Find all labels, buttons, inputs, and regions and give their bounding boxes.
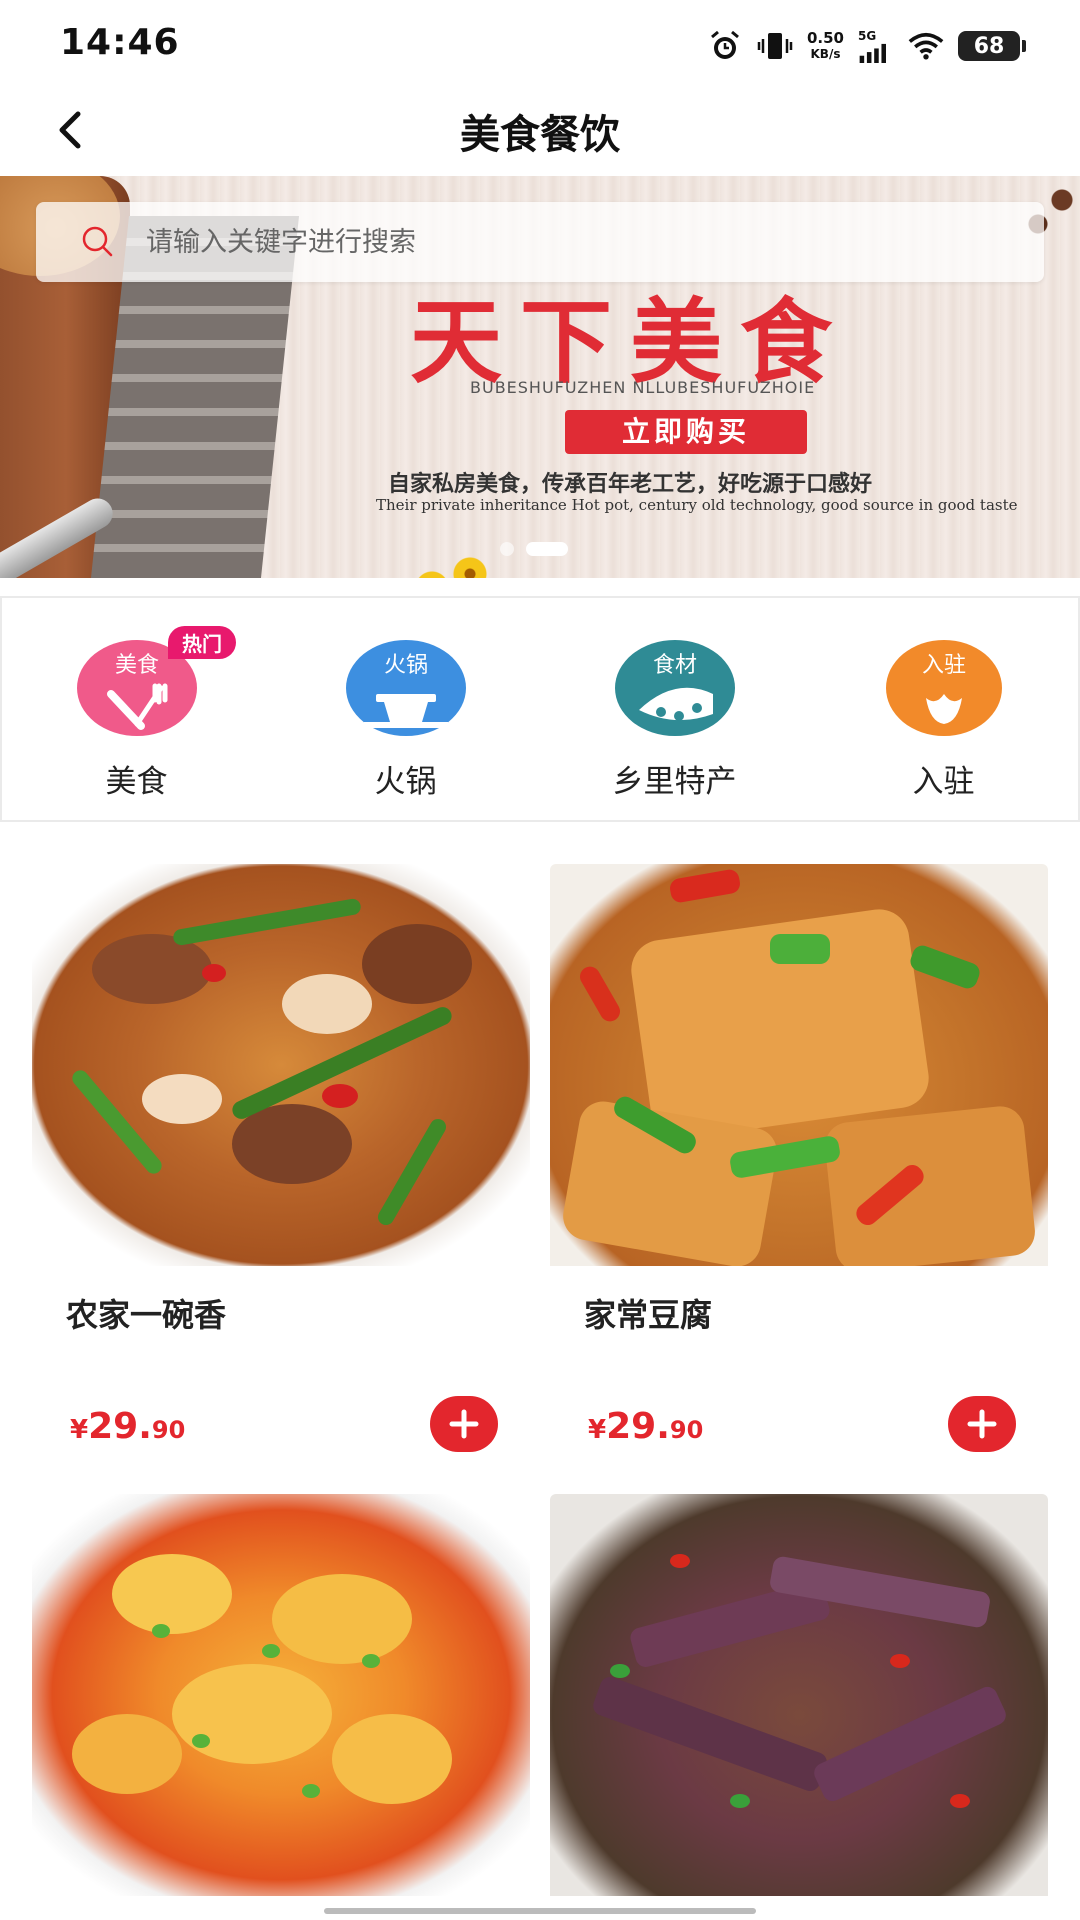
- search-input[interactable]: [146, 202, 1006, 282]
- net-speed-value: 0.50: [806, 29, 844, 47]
- add-to-cart-button[interactable]: [430, 1396, 498, 1452]
- category-label: 火锅: [374, 764, 437, 800]
- category-food[interactable]: 美食 美食 热门: [2, 598, 271, 820]
- nav-bar: 美食餐饮: [0, 86, 1080, 176]
- product-name: 家常豆腐: [584, 1296, 713, 1334]
- banner-slogan-en: Their private inheritance Hot pot, centu…: [376, 496, 1018, 514]
- category-icon-text: 入驻: [921, 653, 965, 678]
- category-hotpot[interactable]: 火锅 火锅: [271, 598, 540, 820]
- category-label: 美食: [105, 764, 168, 800]
- plus-icon: [967, 1409, 997, 1439]
- carousel-dot[interactable]: [500, 542, 514, 556]
- flower-icon: [412, 568, 452, 578]
- plus-icon: [449, 1409, 479, 1439]
- category-bar: 美食 美食 热门 火锅 火锅 食材 乡里特产 入驻 入驻: [0, 596, 1080, 822]
- product-card[interactable]: [32, 1494, 530, 1896]
- buy-now-button[interactable]: 立即购买: [565, 410, 807, 454]
- product-image[interactable]: [32, 864, 530, 1266]
- banner-slogan: 自家私房美食，传承百年老工艺，好吃源于口感好: [388, 472, 873, 497]
- net-speed: 0.50 KB/s: [807, 30, 844, 62]
- status-bar: 14:46 0.50 KB/s 5G 68: [0, 0, 1080, 86]
- page-title: 美食餐饮: [460, 112, 620, 158]
- product-card[interactable]: 农家一碗香 ¥29.90: [32, 864, 530, 1494]
- product-grid: 农家一碗香 ¥29.90 家常豆腐 ¥29.90: [32, 864, 1048, 1896]
- category-icon-text: 食材: [652, 653, 696, 678]
- carousel-dot-active[interactable]: [526, 542, 568, 556]
- category-icon-text: 火锅: [383, 653, 427, 678]
- price-symbol: ¥: [70, 1415, 89, 1445]
- category-join[interactable]: 入驻 入驻: [809, 598, 1078, 820]
- category-label: 入驻: [912, 764, 975, 800]
- product-image[interactable]: [550, 1494, 1048, 1896]
- product-price: ¥29.90: [70, 1406, 185, 1447]
- product-info: 家常豆腐 ¥29.90: [550, 1266, 1048, 1494]
- price-decimal: 90: [151, 1416, 186, 1444]
- search-bar[interactable]: [36, 202, 1044, 282]
- hot-badge: 热门: [168, 626, 236, 659]
- vibrate-icon: [757, 29, 793, 63]
- price-integer: 29.: [606, 1406, 670, 1447]
- product-price: ¥29.90: [588, 1406, 703, 1447]
- flower-icon: [878, 576, 918, 578]
- price-symbol: ¥: [588, 1415, 607, 1445]
- price-decimal: 90: [669, 1416, 704, 1444]
- product-image[interactable]: [32, 1494, 530, 1896]
- category-icon-text: 美食: [114, 653, 158, 678]
- search-icon: [82, 226, 113, 257]
- wifi-icon: [908, 29, 944, 63]
- category-local-specialty[interactable]: 食材 乡里特产: [540, 598, 809, 820]
- product-card[interactable]: 家常豆腐 ¥29.90: [550, 864, 1048, 1494]
- carousel-indicator[interactable]: [500, 542, 568, 556]
- product-image[interactable]: [550, 864, 1048, 1266]
- home-indicator[interactable]: [324, 1908, 756, 1914]
- banner-pinyin: BUBESHUFUZHEN NLLUBESHUFUZHOIE: [470, 378, 816, 397]
- product-info: 农家一碗香 ¥29.90: [32, 1266, 530, 1494]
- status-time: 14:46: [60, 22, 180, 63]
- category-label: 乡里特产: [612, 764, 737, 800]
- lotus-icon: 入驻: [882, 636, 1006, 736]
- ingredients-icon: 食材: [613, 636, 737, 736]
- product-card[interactable]: [550, 1494, 1048, 1896]
- cellular-signal-icon: 5G: [858, 29, 894, 63]
- alarm-icon: [707, 29, 743, 63]
- battery-indicator: 68: [958, 31, 1026, 61]
- add-to-cart-button[interactable]: [948, 1396, 1016, 1452]
- hotpot-icon: 火锅: [344, 636, 468, 736]
- signal-label: 5G: [858, 29, 877, 43]
- net-speed-unit: KB/s: [810, 47, 841, 61]
- product-name: 农家一碗香: [66, 1296, 227, 1334]
- price-integer: 29.: [88, 1406, 152, 1447]
- status-icons: 0.50 KB/s 5G 68: [707, 26, 1026, 66]
- flower-icon: [450, 554, 490, 578]
